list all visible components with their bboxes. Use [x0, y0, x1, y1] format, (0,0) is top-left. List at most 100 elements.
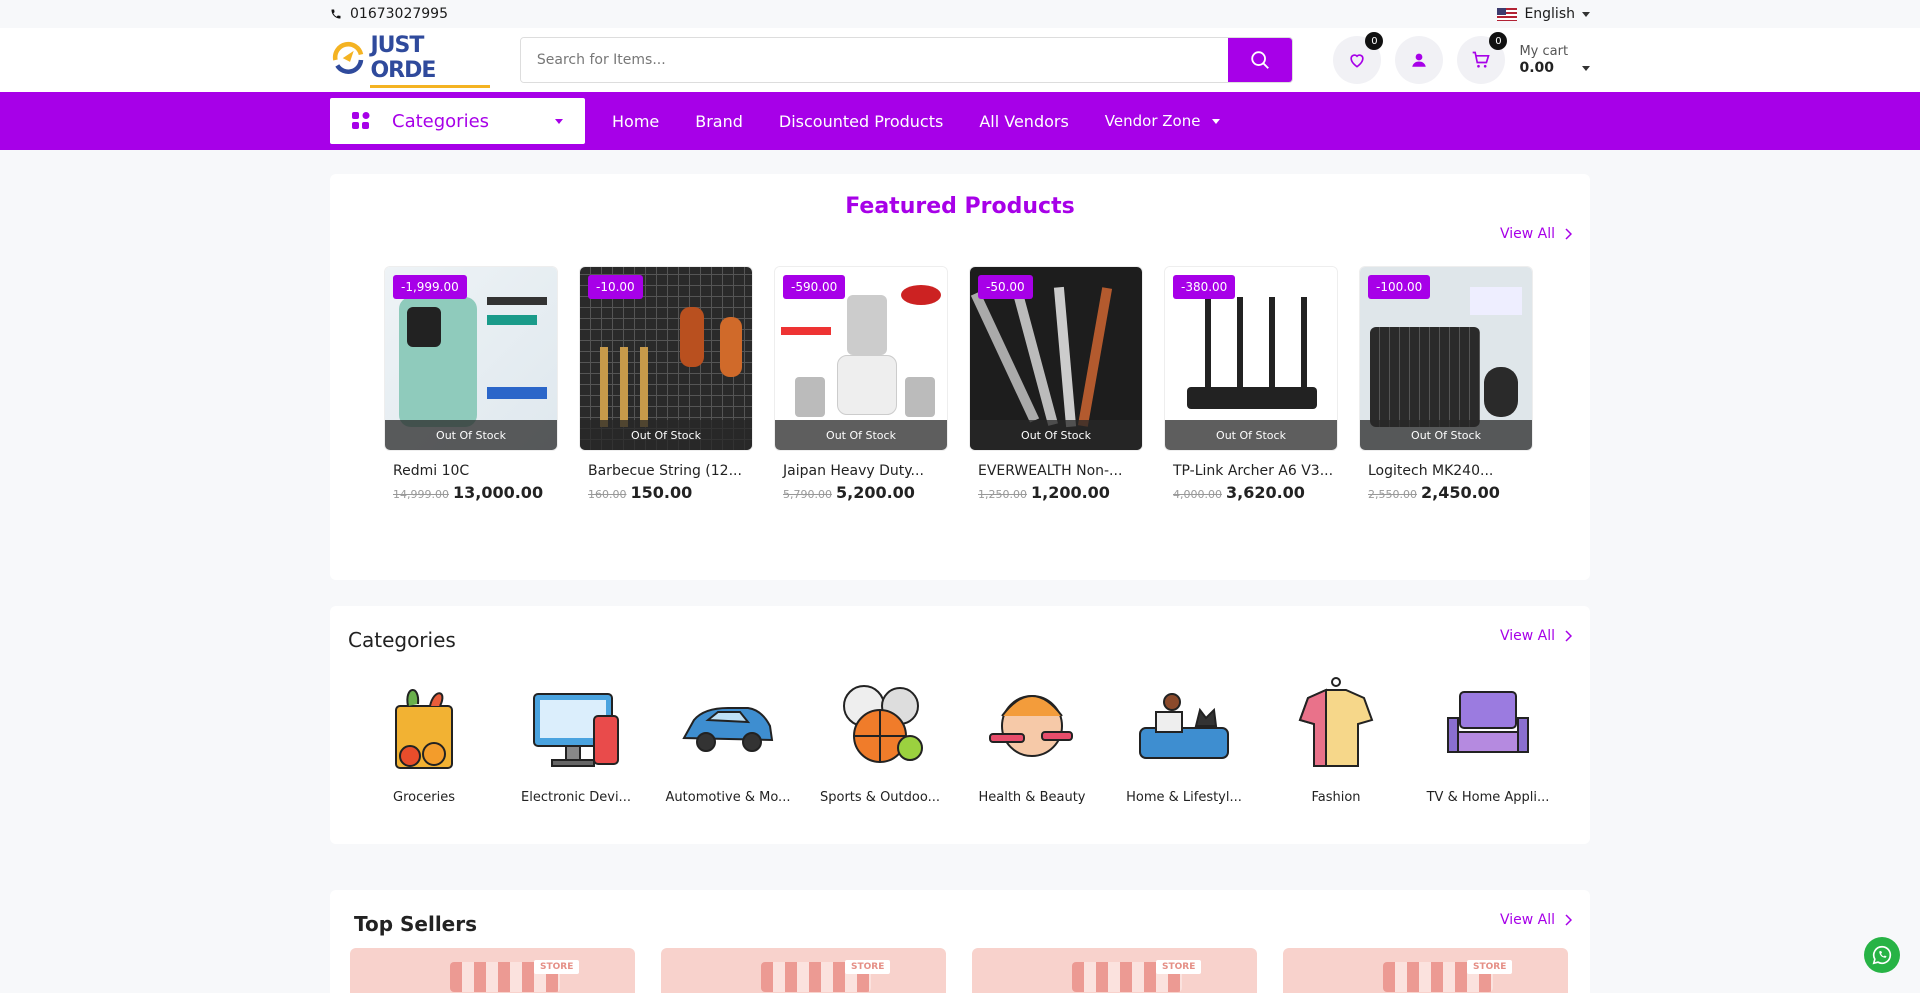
user-icon	[1412, 53, 1427, 67]
out-of-stock-label: Out Of Stock	[1360, 420, 1532, 450]
wishlist-button[interactable]: 0	[1333, 32, 1384, 84]
discount-badge: -590.00	[783, 275, 846, 299]
categories-section: Categories View All Groceries Electronic…	[330, 606, 1590, 844]
language-selector[interactable]: English	[1497, 6, 1590, 22]
logo[interactable]: JUST ORDE	[330, 33, 490, 88]
current-price: 1,200.00	[1030, 483, 1110, 502]
current-price: 3,620.00	[1225, 483, 1305, 502]
us-flag-icon	[1497, 7, 1518, 21]
category-item[interactable]: Health & Beauty	[956, 676, 1108, 805]
category-item[interactable]: TV & Home Appli...	[1412, 676, 1564, 805]
search-icon	[1251, 51, 1270, 69]
nav-discounted-products[interactable]: Discounted Products	[779, 112, 943, 131]
product-card[interactable]: -50.00 Out Of Stock EVERWEALTH Non-... 1…	[969, 266, 1143, 502]
nav-vendor-zone[interactable]: Vendor Zone	[1105, 112, 1221, 130]
product-name[interactable]: EVERWEALTH Non-...	[969, 463, 1143, 479]
seller-card[interactable]: STORE	[661, 948, 946, 993]
product-image[interactable]: -50.00 Out Of Stock	[969, 266, 1143, 451]
whatsapp-icon	[1872, 945, 1892, 965]
cart-button[interactable]: 0	[1457, 32, 1508, 84]
cart-count-badge: 0	[1489, 32, 1508, 50]
cart-icon	[1473, 51, 1491, 68]
category-name: Electronic Devi...	[521, 790, 631, 805]
product-card[interactable]: -380.00 Out Of Stock TP-Link Archer A6 V…	[1164, 266, 1338, 502]
old-price: 1,250.00	[978, 488, 1027, 501]
categories-dropdown[interactable]: Categories	[330, 98, 585, 144]
featured-title: Featured Products	[845, 194, 1075, 219]
chevron-right-icon	[1565, 914, 1572, 926]
category-item[interactable]: Fashion	[1260, 676, 1412, 805]
beauty-icon	[982, 676, 1082, 776]
discount-badge: -50.00	[978, 275, 1033, 299]
nav-home[interactable]: Home	[612, 112, 659, 131]
current-price: 2,450.00	[1420, 483, 1500, 502]
categories-label: Categories	[392, 110, 490, 132]
product-card[interactable]: -100.00 Out Of Stock Logitech MK240... 2…	[1359, 266, 1533, 502]
product-name[interactable]: Redmi 10C	[384, 463, 558, 479]
discount-badge: -10.00	[588, 275, 643, 299]
category-item[interactable]: Sports & Outdoo...	[804, 676, 956, 805]
cart-label: My cart	[1519, 43, 1569, 59]
product-price: 5,790.00 5,200.00	[774, 483, 948, 502]
language-label: English	[1524, 6, 1575, 22]
seller-card[interactable]: STORE	[1283, 948, 1568, 993]
top-sellers-title: Top Sellers	[354, 912, 478, 936]
cart-total: 0.00	[1519, 60, 1554, 77]
old-price: 14,999.00	[393, 488, 449, 501]
groceries-icon	[374, 676, 474, 776]
top-sellers-view-all-link[interactable]: View All	[1500, 912, 1572, 928]
product-name[interactable]: TP-Link Archer A6 V3...	[1164, 463, 1338, 479]
seller-card[interactable]: STORE	[972, 948, 1257, 993]
product-card[interactable]: -1,999.00 Out Of Stock Redmi 10C 14,999.…	[384, 266, 558, 502]
sports-balls-icon	[830, 676, 930, 776]
nav-brand[interactable]: Brand	[695, 112, 743, 131]
featured-products-section: Featured Products View All -1,999.00 Out…	[330, 174, 1590, 580]
electronics-icon	[526, 676, 626, 776]
categories-view-all-link[interactable]: View All	[1500, 628, 1572, 644]
product-image[interactable]: -380.00 Out Of Stock	[1164, 266, 1338, 451]
category-item[interactable]: Groceries	[348, 676, 500, 805]
chevron-down-icon	[1582, 65, 1590, 71]
product-image[interactable]: -1,999.00 Out Of Stock	[384, 266, 558, 451]
product-card[interactable]: -10.00 Out Of Stock Barbecue String (12.…	[579, 266, 753, 502]
current-price: 5,200.00	[835, 483, 915, 502]
search-input[interactable]	[520, 38, 1229, 82]
cart-summary[interactable]: My cart 0.00	[1519, 43, 1590, 77]
category-name: Home & Lifestyl...	[1126, 790, 1242, 805]
phone-contact[interactable]: 01673027995	[330, 6, 448, 22]
product-name[interactable]: Jaipan Heavy Duty...	[774, 463, 948, 479]
car-icon	[678, 676, 778, 776]
account-button[interactable]	[1395, 36, 1444, 84]
category-item[interactable]: Electronic Devi...	[500, 676, 652, 805]
main-nav: Categories Home Brand Discounted Product…	[0, 92, 1920, 150]
category-item[interactable]: Home & Lifestyl...	[1108, 676, 1260, 805]
search-button[interactable]	[1228, 38, 1293, 82]
discount-badge: -380.00	[1173, 275, 1236, 299]
product-name[interactable]: Logitech MK240...	[1359, 463, 1533, 479]
product-name[interactable]: Barbecue String (12...	[579, 463, 753, 479]
category-item[interactable]: Automotive & Mo...	[652, 676, 804, 805]
logo-mark-icon	[332, 41, 364, 74]
out-of-stock-label: Out Of Stock	[775, 420, 947, 450]
phone-number: 01673027995	[350, 6, 448, 22]
current-price: 150.00	[630, 483, 693, 502]
store-sign: STORE	[534, 960, 580, 974]
seller-card[interactable]: STORE	[350, 948, 635, 993]
product-image[interactable]: -590.00 Out Of Stock	[774, 266, 948, 451]
out-of-stock-label: Out Of Stock	[580, 420, 752, 450]
whatsapp-chat-button[interactable]	[1864, 937, 1900, 973]
seller-list: STORE STORE STORE STORE	[350, 948, 1568, 993]
featured-view-all-link[interactable]: View All	[1500, 226, 1572, 242]
product-image[interactable]: -10.00 Out Of Stock	[579, 266, 753, 451]
product-card[interactable]: -590.00 Out Of Stock Jaipan Heavy Duty..…	[774, 266, 948, 502]
category-name: Health & Beauty	[978, 790, 1086, 805]
product-image[interactable]: -100.00 Out Of Stock	[1359, 266, 1533, 451]
chevron-right-icon	[1565, 228, 1572, 240]
old-price: 4,000.00	[1173, 488, 1222, 501]
store-sign: STORE	[1467, 960, 1513, 974]
product-price: 1,250.00 1,200.00	[969, 483, 1143, 502]
tv-icon	[1438, 676, 1538, 776]
nav-all-vendors[interactable]: All Vendors	[979, 112, 1068, 131]
chevron-down-icon	[1582, 11, 1590, 17]
old-price: 5,790.00	[783, 488, 832, 501]
